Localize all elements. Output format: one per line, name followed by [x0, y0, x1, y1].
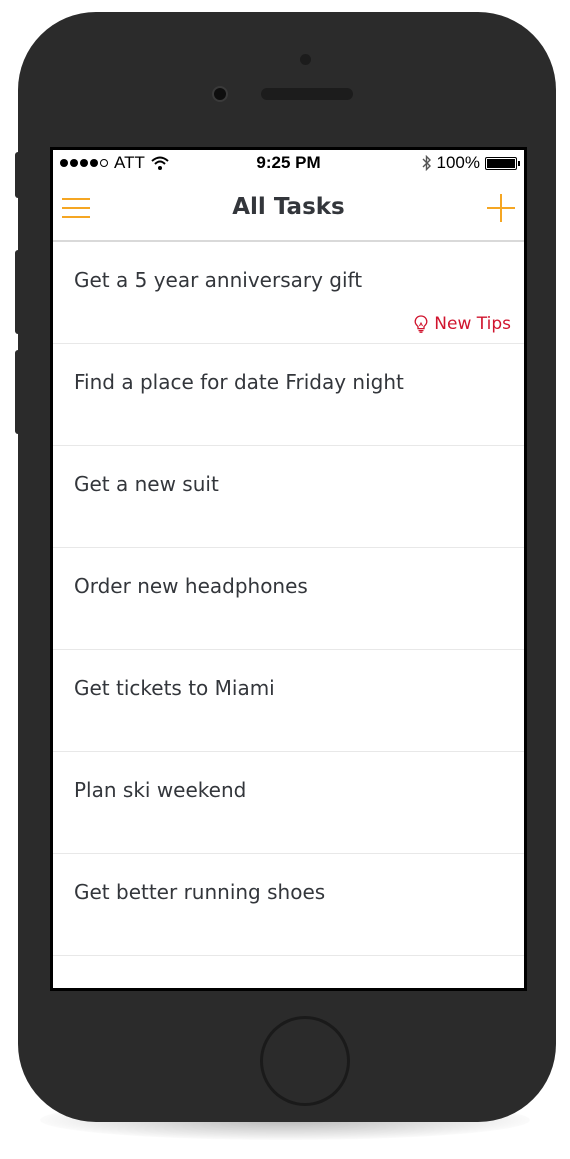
- task-row[interactable]: [53, 956, 524, 988]
- task-row[interactable]: Get better running shoes: [53, 854, 524, 956]
- task-row[interactable]: Get a 5 year anniversary gift New Tips: [53, 242, 524, 344]
- bluetooth-icon: [422, 155, 431, 171]
- task-label: Get a new suit: [74, 472, 219, 496]
- task-row[interactable]: Find a place for date Friday night: [53, 344, 524, 446]
- proximity-sensor: [300, 54, 311, 65]
- task-row[interactable]: Order new headphones: [53, 548, 524, 650]
- task-list: Get a 5 year anniversary gift New Tips F…: [53, 242, 524, 988]
- battery-icon: [485, 156, 520, 170]
- phone-screen: ATT 9:25 PM 100% All Tasks Get a 5 year …: [50, 147, 527, 991]
- lightbulb-icon: [414, 315, 428, 333]
- front-camera: [214, 88, 226, 100]
- home-button[interactable]: [263, 1019, 347, 1103]
- task-row[interactable]: Get a new suit: [53, 446, 524, 548]
- app-screen: ATT 9:25 PM 100% All Tasks Get a 5 year …: [53, 150, 524, 988]
- task-label: Order new headphones: [74, 574, 308, 598]
- battery-percent: 100%: [436, 153, 480, 172]
- task-label: Get a 5 year anniversary gift: [74, 268, 363, 292]
- task-label: Get tickets to Miami: [74, 676, 275, 700]
- navigation-bar: All Tasks: [53, 176, 524, 242]
- task-row[interactable]: Plan ski weekend: [53, 752, 524, 854]
- new-tips-label: New Tips: [434, 314, 511, 334]
- task-row[interactable]: Get tickets to Miami: [53, 650, 524, 752]
- new-tips-link[interactable]: New Tips: [414, 314, 511, 334]
- plus-icon[interactable]: [487, 194, 515, 222]
- earpiece-speaker: [261, 88, 353, 100]
- task-label: Plan ski weekend: [74, 778, 247, 802]
- page-title: All Tasks: [232, 194, 345, 220]
- status-bar: ATT 9:25 PM 100%: [53, 150, 524, 176]
- task-label: Get better running shoes: [74, 880, 326, 904]
- task-label: Find a place for date Friday night: [74, 370, 404, 394]
